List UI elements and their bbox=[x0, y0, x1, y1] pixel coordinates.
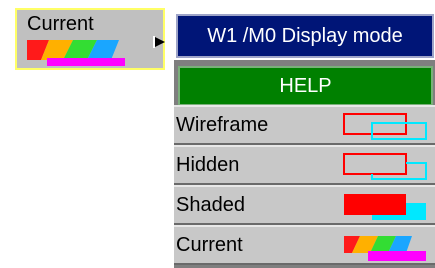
current-mode-swatch-icon bbox=[27, 38, 127, 66]
hidden-icon bbox=[343, 153, 427, 180]
wireframe-icon bbox=[343, 113, 427, 140]
mode-item-hidden[interactable]: Hidden bbox=[174, 145, 435, 185]
flyout-arrow-icon bbox=[153, 36, 165, 48]
display-mode-title: W1 /M0 Display mode bbox=[176, 14, 434, 58]
display-mode-menu: HELP Wireframe Hidden Shaded Current bbox=[174, 60, 435, 268]
mode-item-shaded[interactable]: Shaded bbox=[174, 185, 435, 225]
mode-item-label: Shaded bbox=[176, 194, 245, 216]
shaded-icon bbox=[344, 194, 426, 220]
help-button[interactable]: HELP bbox=[178, 66, 433, 106]
current-icon bbox=[344, 236, 426, 261]
mode-item-wireframe[interactable]: Wireframe bbox=[174, 105, 435, 145]
mode-item-label: Hidden bbox=[176, 154, 240, 176]
current-mode-label: Current bbox=[27, 13, 94, 35]
mode-item-current[interactable]: Current bbox=[174, 225, 435, 265]
current-mode-tile[interactable]: Current bbox=[15, 8, 165, 70]
mode-item-label: Wireframe bbox=[176, 114, 269, 136]
mode-item-label: Current bbox=[176, 234, 243, 256]
